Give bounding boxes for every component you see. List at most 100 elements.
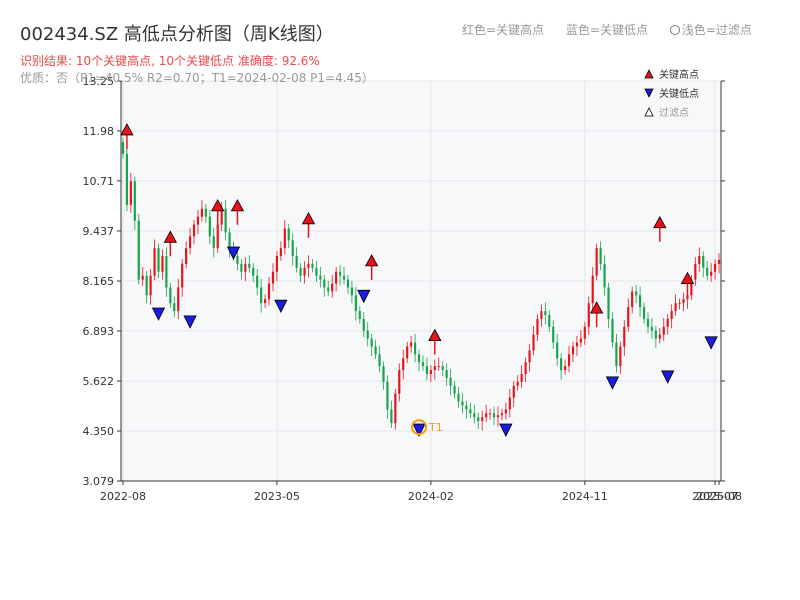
- candle-body: [694, 263, 697, 280]
- candle-body: [177, 287, 180, 312]
- candle-body: [524, 362, 527, 374]
- candle-body: [366, 330, 369, 339]
- candle-body: [615, 342, 618, 367]
- candle-body: [702, 256, 705, 268]
- candle-body: [224, 208, 227, 233]
- candle-body: [125, 153, 129, 205]
- candle-body: [548, 314, 551, 327]
- candle-body: [319, 275, 322, 280]
- candle-body: [556, 342, 559, 359]
- candle-body: [638, 295, 642, 308]
- legend-label-low: 关键低点: [659, 89, 699, 100]
- candle-body: [532, 334, 535, 351]
- candle-body: [536, 318, 539, 335]
- candle-body: [299, 267, 302, 276]
- candle-body: [646, 318, 650, 327]
- candle-body: [157, 248, 160, 272]
- candle-body: [433, 366, 436, 371]
- candle-body: [244, 263, 247, 272]
- candle-body: [291, 240, 294, 257]
- candle-body: [445, 370, 448, 378]
- candle-body: [338, 271, 342, 276]
- legend-item-filtered[interactable]: 过滤点: [644, 102, 699, 121]
- candle-body: [173, 303, 176, 312]
- candle-body: [631, 291, 634, 308]
- candle-body: [465, 405, 468, 410]
- top-legend: 红色=关键高点 蓝色=关键低点 浅色=过滤点: [462, 21, 770, 38]
- candle-body: [599, 248, 602, 264]
- candle-body: [654, 330, 657, 339]
- candle-body: [216, 224, 219, 249]
- candle-body: [311, 263, 314, 268]
- candle-body: [635, 291, 638, 296]
- candle-body: [441, 366, 444, 371]
- candle-body: [153, 248, 156, 276]
- candle-body: [413, 342, 417, 355]
- candle-body: [374, 346, 377, 355]
- candle-body: [658, 334, 661, 339]
- y-tick-label: 4.350: [83, 425, 115, 438]
- candle-body: [208, 216, 211, 237]
- candle-body: [437, 366, 440, 368]
- candle-body: [149, 275, 152, 296]
- candle-body: [212, 236, 215, 249]
- candle-body: [528, 350, 531, 363]
- candle-body: [429, 370, 432, 374]
- candle-body: [192, 224, 196, 237]
- candle-body: [200, 208, 204, 217]
- marker-legend: 关键高点 关键低点 过滤点: [644, 64, 699, 121]
- candle-body: [670, 311, 673, 319]
- candle-body: [473, 413, 476, 418]
- candle-body: [256, 275, 259, 288]
- candle-body: [240, 263, 243, 272]
- candle-body: [571, 346, 575, 355]
- candle-body: [477, 417, 480, 422]
- candle-body: [650, 326, 654, 331]
- candle-body: [449, 377, 452, 386]
- legend-item-high[interactable]: 关键高点: [644, 64, 699, 83]
- top-legend-high: 红色=关键高点: [462, 23, 545, 37]
- candle-body: [350, 287, 354, 296]
- candle-body: [378, 354, 381, 367]
- candle-body: [417, 354, 421, 363]
- candle-body: [717, 259, 721, 264]
- hollow-circle-icon: [669, 25, 680, 35]
- candle-body: [611, 318, 614, 343]
- y-tick-label: 6.893: [83, 325, 115, 338]
- candle-body: [267, 283, 271, 300]
- candle-body: [181, 263, 184, 288]
- candle-body: [279, 248, 282, 257]
- candle-body: [362, 318, 365, 331]
- x-tick-label: 2024-02: [408, 490, 454, 503]
- candle-body: [165, 256, 168, 288]
- candle-body: [481, 417, 484, 422]
- candle-body: [354, 295, 357, 312]
- candle-body: [307, 263, 310, 268]
- candle-body: [563, 366, 567, 371]
- candle-body: [346, 279, 350, 288]
- blue-down-triangle-icon: [644, 88, 654, 98]
- candle-body: [469, 409, 472, 414]
- candle-body: [540, 311, 543, 319]
- candle-body: [137, 220, 140, 280]
- candle-body: [260, 287, 263, 304]
- y-tick-label: 9.437: [83, 225, 115, 238]
- candle-body: [500, 413, 504, 416]
- candle-body: [370, 338, 373, 347]
- candle-body: [141, 275, 144, 280]
- candle-body: [121, 141, 125, 154]
- candle-body: [161, 256, 164, 272]
- candle-body: [662, 326, 665, 335]
- candle-body: [544, 311, 547, 315]
- candle-body: [252, 267, 255, 276]
- candle-body: [394, 393, 397, 424]
- legend-label-high: 关键高点: [659, 70, 699, 81]
- candle-body: [303, 267, 306, 276]
- candle-body: [228, 232, 231, 249]
- top-legend-filtered: 浅色=过滤点: [681, 23, 752, 37]
- legend-item-low[interactable]: 关键低点: [644, 83, 699, 102]
- candle-body: [358, 311, 361, 319]
- y-tick-label: 8.165: [83, 275, 115, 288]
- legend-label-filtered: 过滤点: [659, 108, 689, 119]
- candle-body: [283, 228, 286, 249]
